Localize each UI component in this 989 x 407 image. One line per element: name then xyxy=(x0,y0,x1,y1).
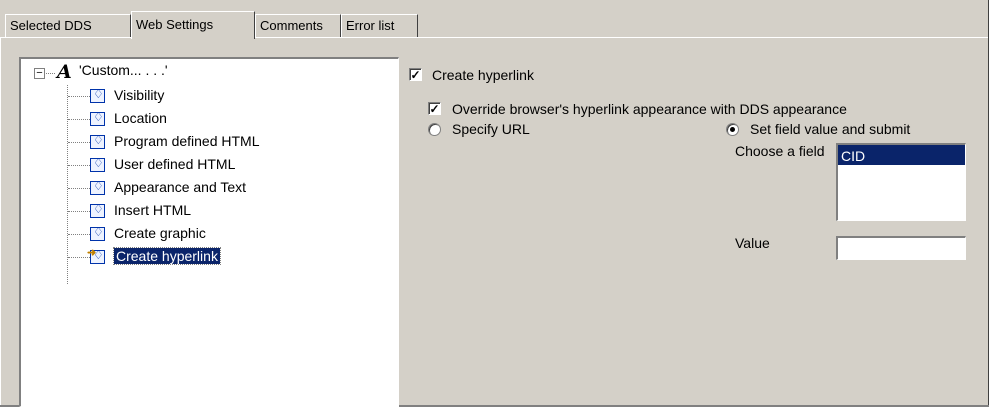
field-listbox[interactable]: CID xyxy=(836,143,966,221)
tab-selected-dds[interactable]: Selected DDS xyxy=(5,14,131,37)
value-label: Value xyxy=(735,235,770,251)
list-item[interactable]: CID xyxy=(838,145,965,165)
override-appearance-checkbox[interactable]: ✓ xyxy=(428,102,441,115)
text-style-icon: A xyxy=(57,61,72,83)
property-icon xyxy=(90,225,105,241)
settings-tree[interactable]: − A 'Custom... . . .' Visibility Locatio… xyxy=(19,57,399,407)
choose-field-label: Choose a field xyxy=(735,143,825,159)
tree-item-label: Create graphic xyxy=(114,225,206,241)
set-field-value-radio[interactable] xyxy=(726,123,739,136)
property-icon xyxy=(90,156,105,172)
specify-url-label: Specify URL xyxy=(452,121,530,137)
tree-root-label[interactable]: 'Custom... . . .' xyxy=(79,62,168,78)
property-icon xyxy=(90,202,105,218)
tree-item-label: Visibility xyxy=(114,87,165,103)
arrow-icon: ➜ xyxy=(87,247,97,259)
value-input[interactable] xyxy=(836,236,966,260)
create-hyperlink-label: Create hyperlink xyxy=(432,67,534,83)
tree-item-label: User defined HTML xyxy=(114,156,236,172)
tree-item-label: Insert HTML xyxy=(114,202,192,218)
tab-comments[interactable]: Comments xyxy=(255,14,341,37)
create-hyperlink-checkbox[interactable]: ✓ xyxy=(409,68,422,81)
tree-root[interactable]: − A 'Custom... . . .' xyxy=(21,59,391,83)
tree-item-label: Program defined HTML xyxy=(114,133,260,149)
specify-url-radio[interactable] xyxy=(428,123,441,136)
property-icon xyxy=(90,179,105,195)
override-appearance-label: Override browser's hyperlink appearance … xyxy=(452,101,847,117)
tab-web-settings[interactable]: Web Settings xyxy=(131,11,255,39)
property-icon xyxy=(90,87,105,103)
property-icon xyxy=(90,110,105,126)
set-field-value-label: Set field value and submit xyxy=(750,121,911,137)
tab-error-list[interactable]: Error list xyxy=(341,14,418,37)
tree-item-label: Create hyperlink xyxy=(113,247,221,265)
tree-item-label: Appearance and Text xyxy=(114,179,247,195)
tab-bar: Selected DDS Web Settings Comments Error… xyxy=(0,0,989,44)
property-icon xyxy=(90,133,105,149)
tree-item-label: Location xyxy=(114,110,167,126)
collapse-icon[interactable]: − xyxy=(34,68,45,79)
